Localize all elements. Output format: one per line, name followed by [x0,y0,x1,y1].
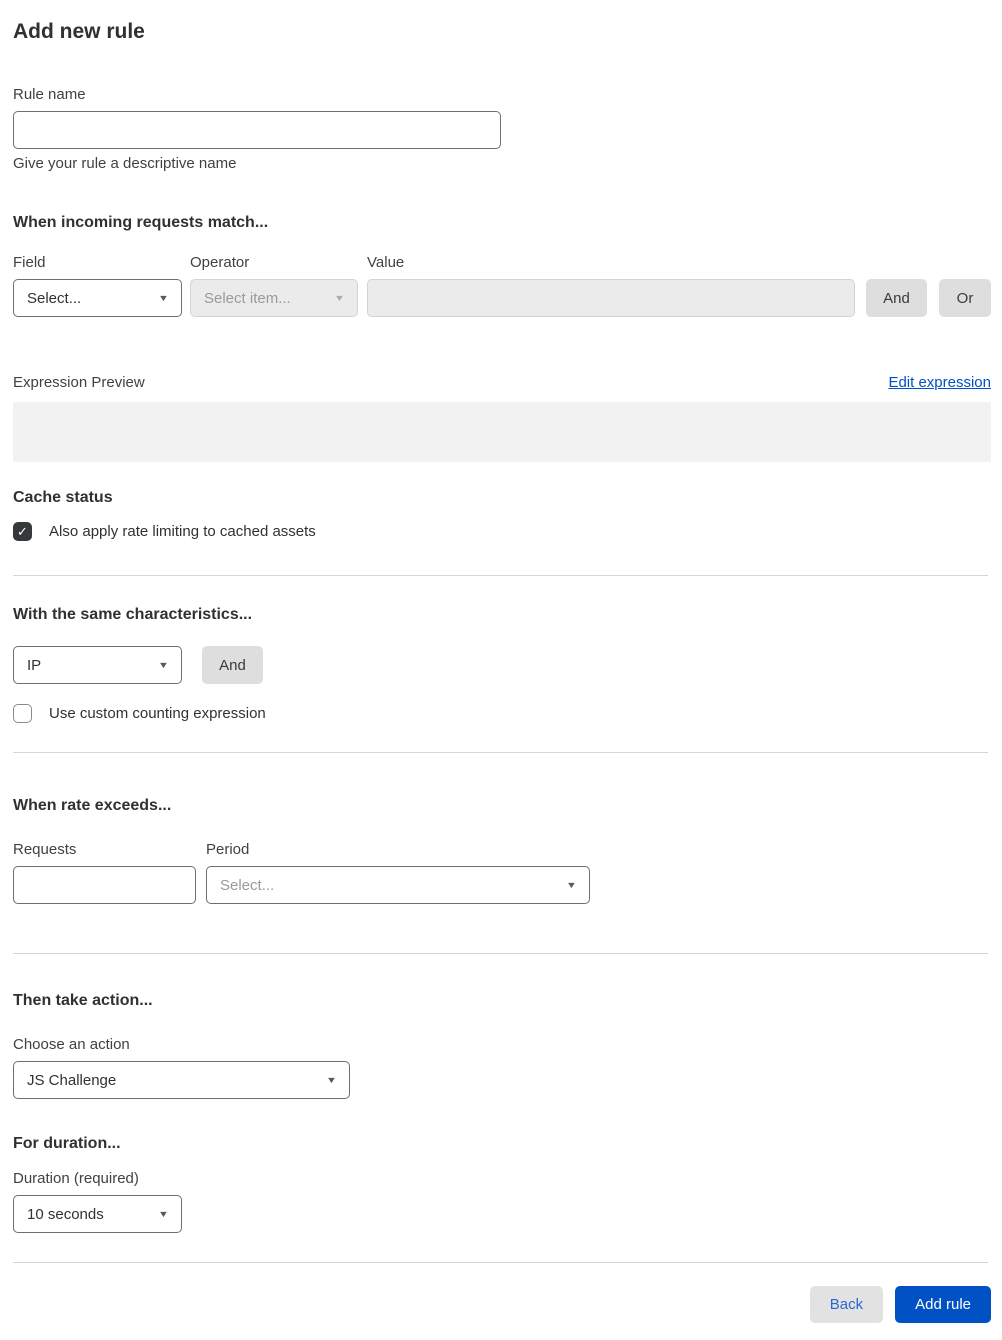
duration-label: Duration (required) [13,1170,139,1187]
back-button[interactable]: Back [809,1286,884,1323]
characteristics-row: IP ▼ And [13,646,991,684]
action-select[interactable]: JS Challenge ▼ [13,1061,350,1099]
expression-preview-box [13,402,991,462]
period-select-value: Select... [220,876,275,894]
edit-expression-link[interactable]: Edit expression [888,374,991,391]
chevron-down-icon: ▼ [157,1209,170,1219]
cache-status-heading: Cache status [13,489,113,506]
add-rule-button[interactable]: Add rule [895,1286,991,1323]
operator-select-value: Select item... [204,289,291,307]
duration-select-value: 10 seconds [27,1205,104,1223]
characteristic-select[interactable]: IP ▼ [13,646,182,684]
operator-label: Operator [190,254,250,271]
field-label: Field [13,254,46,271]
field-select[interactable]: Select... ▼ [13,279,182,317]
action-label: Choose an action [13,1036,130,1053]
characteristics-heading: With the same characteristics... [13,606,253,623]
divider [13,953,988,954]
period-select[interactable]: Select... ▼ [206,866,590,904]
match-builder-row: Field Select... ▼ Operator Select item..… [13,254,991,317]
characteristic-select-value: IP [27,656,42,674]
chevron-down-icon: ▼ [565,880,578,890]
chevron-down-icon: ▼ [333,293,346,303]
chevron-down-icon: ▼ [157,660,170,670]
match-section-heading: When incoming requests match... [13,214,269,231]
rule-name-input[interactable] [13,111,501,149]
rule-name-label: Rule name [13,86,86,103]
divider [13,575,988,576]
requests-input[interactable] [13,866,196,904]
custom-counting-checkbox-label: Use custom counting expression [49,705,266,722]
custom-counting-checkbox-row: Use custom counting expression [13,704,991,723]
characteristics-and-button[interactable]: And [202,646,263,684]
expression-preview-header: Expression Preview Edit expression [13,374,991,391]
custom-counting-checkbox[interactable] [13,704,32,723]
cache-assets-checkbox-row: ✓ Also apply rate limiting to cached ass… [13,522,991,541]
duration-select[interactable]: 10 seconds ▼ [13,1195,182,1233]
chevron-down-icon: ▼ [325,1075,338,1085]
rule-name-helper: Give your rule a descriptive name [13,155,237,172]
chevron-down-icon: ▼ [157,293,170,303]
divider [13,1262,988,1263]
period-label: Period [206,841,250,858]
duration-heading: For duration... [13,1135,121,1152]
action-heading: Then take action... [13,992,153,1009]
and-button[interactable]: And [866,279,927,317]
rate-heading: When rate exceeds... [13,797,172,814]
cache-assets-checkbox-label: Also apply rate limiting to cached asset… [49,523,316,540]
footer-actions: Back Add rule [13,1286,991,1323]
rate-row: Requests Period Select... ▼ [13,841,991,904]
checkmark-icon: ✓ [17,524,28,539]
action-select-value: JS Challenge [27,1071,117,1089]
divider [13,752,988,753]
requests-label: Requests [13,841,77,858]
rule-name-group: Rule name Give your rule a descriptive n… [13,86,991,172]
field-select-value: Select... [27,289,82,307]
value-input[interactable] [367,279,855,317]
operator-select[interactable]: Select item... ▼ [190,279,358,317]
expression-preview-label: Expression Preview [13,374,145,391]
or-button[interactable]: Or [939,279,991,317]
value-label: Value [367,254,405,271]
cache-assets-checkbox[interactable]: ✓ [13,522,32,541]
page-title: Add new rule [13,20,145,43]
